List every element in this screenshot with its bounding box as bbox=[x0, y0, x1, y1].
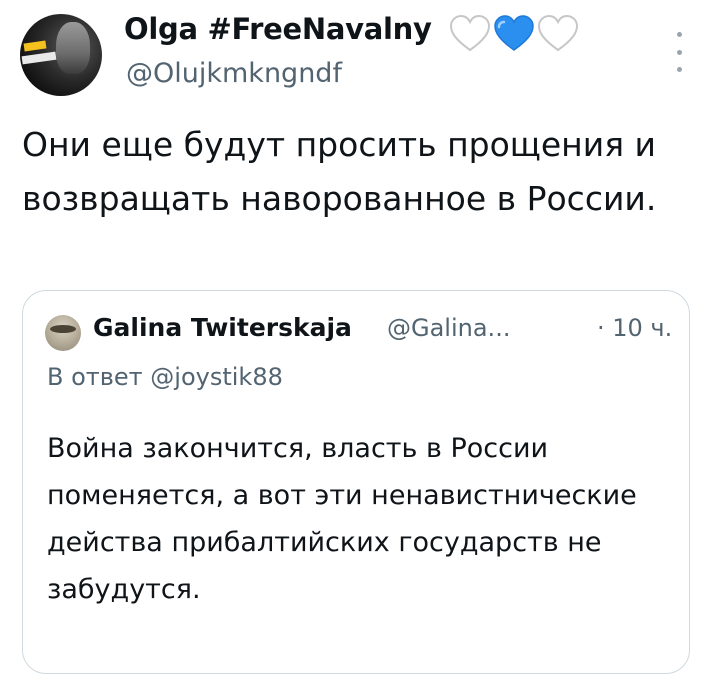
tweet: Olga #FreeNavalny @Olujkmkngndf Они еще … bbox=[0, 0, 717, 684]
reply-context: В ответ @joystik88 bbox=[47, 363, 283, 391]
quoted-tweet-text: Война закончится, власть в России поменя… bbox=[47, 433, 637, 605]
avatar-face bbox=[56, 22, 90, 74]
blue-heart-icon bbox=[494, 15, 534, 51]
quoted-author-handle: @Galina... bbox=[387, 314, 511, 342]
more-options-icon[interactable] bbox=[672, 32, 686, 72]
author-avatar[interactable] bbox=[20, 14, 102, 96]
quoted-author-avatar bbox=[45, 315, 81, 351]
tweet-text: Они еще будут просить прощения и возвращ… bbox=[22, 125, 657, 218]
white-heart-icon bbox=[449, 14, 491, 52]
quoted-author-name: Galina Twiterskaja bbox=[93, 313, 352, 342]
avatar-hat bbox=[50, 325, 76, 333]
dot bbox=[676, 67, 682, 72]
avatar-sticker bbox=[23, 40, 47, 52]
author-display-name[interactable]: Olga #FreeNavalny bbox=[124, 12, 432, 46]
author-handle[interactable]: @Olujkmkngndf bbox=[126, 58, 342, 89]
quoted-tweet-card[interactable]: Galina Twiterskaja @Galina... · 10 ч. В … bbox=[22, 290, 690, 674]
name-emojis bbox=[448, 14, 580, 54]
white-heart-icon bbox=[537, 14, 579, 52]
reply-to-mention[interactable]: @joystik88 bbox=[150, 363, 283, 391]
quoted-timestamp: · 10 ч. bbox=[597, 314, 673, 342]
reply-prefix: В ответ bbox=[47, 363, 151, 391]
dot bbox=[676, 49, 682, 55]
dot bbox=[676, 32, 682, 37]
avatar-sticker bbox=[21, 51, 57, 65]
